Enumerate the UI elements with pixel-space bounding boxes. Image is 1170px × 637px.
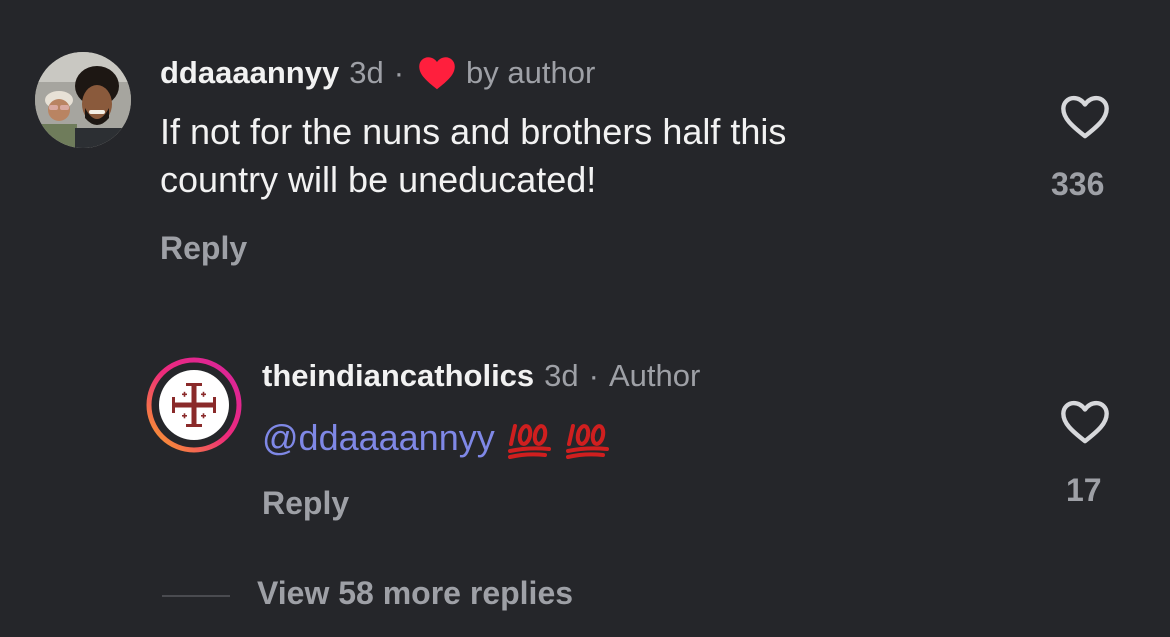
avatar-ddaaaannyy[interactable] (35, 52, 131, 148)
hundred-points-emoji (565, 416, 611, 460)
view-more-divider (162, 595, 230, 597)
comment-text: If not for the nuns and brothers half th… (160, 108, 980, 204)
hundred-points-emoji (507, 416, 553, 460)
reply-username[interactable]: theindiancatholics (262, 358, 534, 394)
comment-time: 3d (349, 55, 384, 90)
comment-text-line-1: If not for the nuns and brothers half th… (160, 111, 787, 152)
view-more-replies-button[interactable]: View 58 more replies (257, 575, 573, 612)
reply-time: 3d (544, 358, 579, 393)
comment-header: ddaaaannyy 3d · by author (160, 52, 595, 94)
reply-text: @ddaaaannyy (262, 413, 611, 463)
mention-link[interactable]: @ddaaaannyy (262, 417, 495, 459)
reply-button[interactable]: Reply (160, 230, 247, 267)
like-count: 336 (1051, 166, 1105, 202)
meta-separator: · (588, 358, 599, 393)
comment-text-line-2: country will be uneducated! (160, 159, 597, 200)
author-badge: Author (608, 358, 701, 393)
heart-outline-icon[interactable] (1060, 399, 1110, 445)
reply-header: theindiancatholics 3d · Author (262, 355, 700, 397)
like-count: 17 (1066, 472, 1102, 508)
reply-button[interactable]: Reply (262, 485, 349, 522)
avatar-theindiancatholics[interactable] (146, 357, 242, 453)
comment-username[interactable]: ddaaaannyy (160, 55, 339, 91)
comments-screen: ddaaaannyy 3d · by author If not for the… (0, 0, 1170, 637)
meta-separator: · (393, 55, 405, 90)
red-heart-icon (418, 56, 456, 90)
liked-by-author-label: by author (466, 55, 596, 90)
heart-outline-icon[interactable] (1060, 94, 1110, 140)
